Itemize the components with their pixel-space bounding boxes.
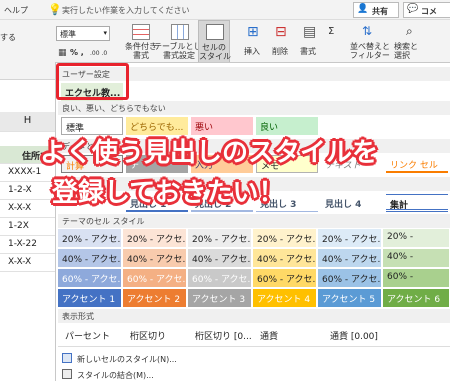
style-60-accent-1[interactable]: 60% - アクセ... bbox=[58, 269, 121, 287]
format-as-table-label: テーブルとして 書式設定 bbox=[154, 42, 210, 60]
sort-icon: ⇅ bbox=[362, 24, 373, 38]
sort-filter-button[interactable]: ⇅ 並べ替えと フィルター bbox=[350, 22, 392, 66]
share-button[interactable]: 👤 共有 bbox=[353, 2, 399, 18]
person-icon: 👤 bbox=[357, 4, 369, 14]
table-row[interactable]: 1-X-22 bbox=[0, 236, 55, 254]
style-40-accent-6[interactable]: 40% - bbox=[383, 249, 449, 267]
format-icon: ▤ bbox=[303, 24, 317, 40]
style-60-accent-6[interactable]: 60% - bbox=[383, 269, 449, 287]
left-group-label: する bbox=[0, 33, 16, 42]
style-accent-4[interactable]: アクセント 4 bbox=[253, 289, 316, 307]
table-row[interactable]: X-X-X bbox=[0, 254, 55, 272]
menu-divider bbox=[58, 346, 450, 347]
style-comma[interactable]: 桁区切り bbox=[126, 326, 188, 344]
help-tab[interactable]: ヘルプ bbox=[4, 5, 28, 16]
style-20-accent-5[interactable]: 20% - アクセ... bbox=[318, 229, 381, 247]
table-icon bbox=[171, 24, 189, 40]
number-format-box[interactable]: 標準 ▾ bbox=[56, 26, 110, 41]
search-icon: ⌕ bbox=[406, 24, 413, 38]
insert-button[interactable]: ⊞ 挿入 bbox=[240, 22, 268, 66]
cell-style-icon bbox=[206, 24, 224, 40]
style-20-accent-3[interactable]: 20% - アクセ... bbox=[188, 229, 251, 247]
cell-style-label: セルの スタイル bbox=[199, 43, 231, 61]
style-currency[interactable]: 通貨 bbox=[256, 326, 318, 344]
style-total[interactable]: 集計 bbox=[386, 194, 448, 212]
lightbulb-icon: 💡 bbox=[48, 3, 62, 16]
style-heading-4[interactable]: 見出し 4 bbox=[321, 194, 383, 212]
style-currency-0[interactable]: 通貨 [0.00] bbox=[326, 326, 396, 344]
style-60-accent-3[interactable]: 60% - アクセ... bbox=[188, 269, 251, 287]
format-label: 書式 bbox=[300, 47, 316, 56]
theme-section-header: テーマのセル スタイル bbox=[58, 214, 450, 228]
style-20-accent-4[interactable]: 20% - アクセ... bbox=[253, 229, 316, 247]
style-link-cell[interactable]: リンク セル bbox=[386, 155, 448, 173]
style-accent-6[interactable]: アクセント 6 bbox=[383, 289, 449, 307]
comment-button[interactable]: 💬 コメ bbox=[403, 2, 450, 18]
style-20-accent-1[interactable]: 20% - アクセ... bbox=[58, 229, 121, 247]
number-format-section-header: 表示形式 bbox=[58, 309, 450, 323]
delete-button[interactable]: ⊟ 削除 bbox=[268, 22, 296, 66]
cell-style-button[interactable]: セルの スタイル bbox=[198, 20, 231, 68]
sum-icon[interactable]: Σ bbox=[328, 26, 334, 37]
style-60-accent-5[interactable]: 60% - アクセ... bbox=[318, 269, 381, 287]
style-percent[interactable]: パーセント bbox=[61, 326, 123, 344]
table-row[interactable]: 1-2-X bbox=[0, 182, 55, 200]
overlay-caption-line-2: 登録しておきたい！ bbox=[52, 178, 285, 208]
column-header-h[interactable]: H bbox=[0, 112, 55, 132]
insert-label: 挿入 bbox=[244, 47, 260, 56]
style-40-accent-4[interactable]: 40% - アクセ... bbox=[253, 249, 316, 267]
style-accent-3[interactable]: アクセント 3 bbox=[188, 289, 251, 307]
overlay-caption-line-1: よく使う見出しのスタイルを bbox=[40, 138, 379, 168]
style-20-accent-6[interactable]: 20% - bbox=[383, 229, 449, 247]
percent-comma-buttons[interactable]: % , bbox=[70, 48, 84, 57]
worksheet: H 住所2 XXXX-1 1-2-X X-X-X 1-2X 1-X-22 X-X… bbox=[0, 80, 55, 381]
share-label: 共有 bbox=[372, 7, 388, 16]
table-row[interactable]: 1-2X bbox=[0, 218, 55, 236]
style-20-accent-2[interactable]: 20% - アクセ... bbox=[123, 229, 186, 247]
delete-icon: ⊟ bbox=[275, 24, 287, 40]
format-button[interactable]: ▤ 書式 bbox=[296, 22, 324, 66]
style-40-accent-2[interactable]: 40% - アクセ... bbox=[123, 249, 186, 267]
delete-label: 削除 bbox=[272, 47, 288, 56]
style-accent-5[interactable]: アクセント 5 bbox=[318, 289, 381, 307]
merge-style-icon bbox=[62, 369, 72, 379]
insert-icon: ⊞ bbox=[247, 24, 259, 40]
new-style-icon bbox=[62, 353, 72, 363]
comment-label: コメ bbox=[421, 7, 437, 16]
new-cell-style-label: 新しいセルのスタイル(N)... bbox=[77, 355, 177, 364]
merge-styles-label: スタイルの結合(M)... bbox=[77, 371, 154, 380]
decimal-buttons[interactable]: .00 .0 bbox=[90, 50, 107, 57]
merge-styles-item[interactable]: スタイルの結合(M)... bbox=[60, 368, 260, 382]
style-40-accent-3[interactable]: 40% - アクセ... bbox=[188, 249, 251, 267]
selection-highlight bbox=[56, 63, 129, 100]
style-accent-2[interactable]: アクセント 2 bbox=[123, 289, 186, 307]
currency-icon[interactable]: ▦ bbox=[58, 48, 67, 58]
style-accent-1[interactable]: アクセント 1 bbox=[58, 289, 121, 307]
style-40-accent-5[interactable]: 40% - アクセ... bbox=[318, 249, 381, 267]
new-cell-style-item[interactable]: 新しいセルのスタイル(N)... bbox=[60, 352, 260, 366]
style-comma-0[interactable]: 桁区切り [0... bbox=[191, 326, 253, 344]
conditional-format-icon bbox=[132, 24, 150, 40]
cell-style-gallery: ユーザー設定 エクセル教... 良い、悪い、どちらでもない 標準 どちらでも..… bbox=[55, 62, 450, 381]
ribbon-tab-bar: ヘルプ 💡 実行したい作業を入力してください 👤 共有 💬 コメ bbox=[0, 0, 450, 20]
comment-icon: 💬 bbox=[407, 4, 419, 14]
format-as-table-button[interactable]: テーブルとして 書式設定 bbox=[154, 22, 209, 66]
chevron-down-icon: ▾ bbox=[103, 29, 107, 37]
style-60-accent-4[interactable]: 60% - アクセ... bbox=[253, 269, 316, 287]
style-60-accent-2[interactable]: 60% - アクセ... bbox=[123, 269, 186, 287]
style-40-accent-1[interactable]: 40% - アクセ... bbox=[58, 249, 121, 267]
number-format-value: 標準 bbox=[60, 30, 76, 39]
good-bad-section-header: 良い、悪い、どちらでもない bbox=[58, 101, 450, 115]
find-select-button[interactable]: ⌕ 検索と 選択 bbox=[394, 22, 434, 66]
find-select-label: 検索と 選択 bbox=[394, 42, 418, 60]
sort-filter-label: 並べ替えと フィルター bbox=[350, 42, 390, 60]
tell-me-search[interactable]: 実行したい作業を入力してください bbox=[62, 5, 190, 16]
table-row[interactable]: X-X-X bbox=[0, 200, 55, 218]
